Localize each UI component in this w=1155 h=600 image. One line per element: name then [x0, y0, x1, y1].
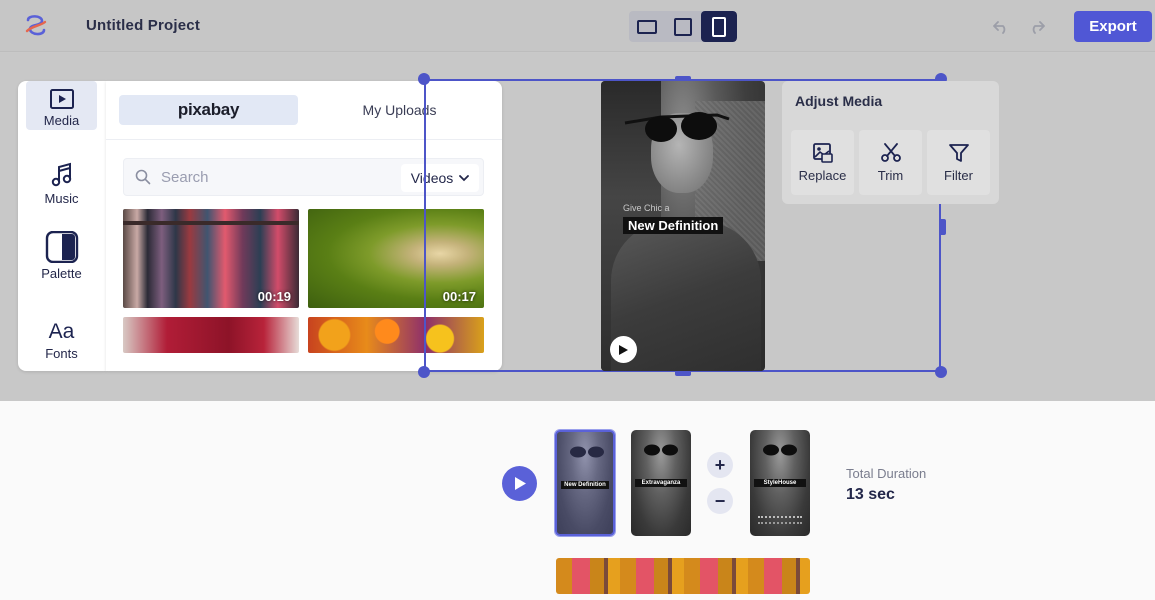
slide-text-lines — [758, 516, 802, 524]
media-play-icon — [49, 89, 74, 109]
resize-handle-bottom-left[interactable] — [418, 366, 430, 378]
filter-label: Filter — [944, 168, 973, 183]
music-note-icon — [51, 162, 71, 187]
replace-button[interactable]: Replace — [791, 130, 854, 195]
tool-music-label: Music — [44, 191, 79, 206]
undo-button[interactable] — [986, 12, 1016, 42]
total-duration-label: Total Duration — [846, 466, 927, 481]
audio-video-track-strip[interactable] — [556, 558, 810, 594]
landscape-ratio-button[interactable] — [629, 11, 665, 42]
tool-palette[interactable]: Palette — [26, 231, 97, 281]
aspect-ratio-switcher — [629, 11, 737, 42]
project-title[interactable]: Untitled Project — [86, 17, 200, 34]
play-icon — [514, 477, 526, 490]
thumbnail-duration: 00:19 — [257, 289, 291, 304]
preview-headline[interactable]: New Definition — [623, 217, 724, 234]
media-thumbnail[interactable]: 00:19 — [123, 209, 299, 308]
app-logo-icon[interactable] — [22, 12, 50, 40]
sunglasses-graphic — [644, 444, 678, 456]
redo-icon — [1032, 21, 1045, 34]
total-duration-value: 13 sec — [846, 486, 895, 503]
tool-media[interactable]: Media — [26, 81, 97, 130]
square-ratio-button[interactable] — [665, 11, 701, 42]
tool-sidebar: Media Music Palette Aa Fonts — [18, 81, 106, 371]
add-slide-button[interactable]: + — [707, 452, 733, 478]
sunglasses-graphic — [763, 444, 797, 456]
redo-button[interactable] — [1022, 12, 1052, 42]
top-bar: Untitled Project Export — [0, 0, 1155, 52]
clothes-rail — [123, 221, 299, 225]
replace-label: Replace — [798, 168, 847, 183]
tool-music[interactable]: Music — [26, 162, 97, 206]
portrait-icon — [712, 16, 726, 37]
slide-caption: New Definition — [561, 481, 609, 489]
timeline: New Definition Extravaganza + − StyleHou… — [0, 401, 1155, 600]
tool-fonts-label: Fonts — [45, 346, 78, 361]
trim-button[interactable]: Trim — [859, 130, 922, 195]
palette-icon — [45, 231, 78, 263]
timeline-slide[interactable]: StyleHouse — [750, 430, 810, 536]
play-icon — [619, 344, 628, 355]
resize-handle-bottom-right[interactable] — [935, 366, 947, 378]
preview-small-text: Give Chic a — [623, 203, 670, 213]
trim-label: Trim — [877, 168, 904, 183]
resize-handle-right[interactable] — [939, 219, 946, 235]
undo-redo-group — [986, 12, 1052, 42]
adjust-media-panel: Adjust Media Replace Trim Filter — [782, 81, 999, 204]
export-button[interactable]: Export — [1074, 11, 1152, 42]
sunglasses-graphic — [570, 446, 604, 458]
adjust-media-title: Adjust Media — [795, 93, 883, 109]
fonts-icon: Aa — [48, 320, 75, 343]
search-icon — [135, 169, 151, 190]
slide-caption: Extravaganza — [635, 479, 687, 487]
preview-play-button[interactable] — [610, 336, 637, 363]
filter-funnel-icon — [948, 144, 969, 162]
search-input[interactable] — [161, 167, 391, 187]
tab-pixabay[interactable]: pixabay — [119, 95, 298, 125]
timeline-slide[interactable]: New Definition — [555, 430, 615, 536]
media-thumbnail[interactable] — [123, 317, 299, 353]
square-icon — [674, 17, 692, 36]
undo-icon — [993, 21, 1006, 34]
replace-image-icon — [812, 143, 833, 163]
timeline-play-button[interactable] — [502, 466, 537, 501]
tool-fonts[interactable]: Aa Fonts — [26, 320, 97, 362]
sunglasses-graphic — [624, 112, 730, 142]
landscape-icon — [637, 19, 657, 34]
timeline-slide[interactable]: Extravaganza — [631, 430, 691, 536]
video-preview[interactable]: Give Chic a New Definition — [601, 81, 765, 371]
scissors-icon — [880, 143, 901, 162]
filter-button[interactable]: Filter — [927, 130, 990, 195]
remove-slide-button[interactable]: − — [707, 488, 733, 514]
portrait-ratio-button[interactable] — [701, 11, 737, 42]
tool-palette-label: Palette — [41, 266, 82, 281]
resize-handle-top-left[interactable] — [418, 73, 430, 85]
slide-caption: StyleHouse — [754, 479, 806, 487]
tool-media-label: Media — [43, 113, 80, 128]
